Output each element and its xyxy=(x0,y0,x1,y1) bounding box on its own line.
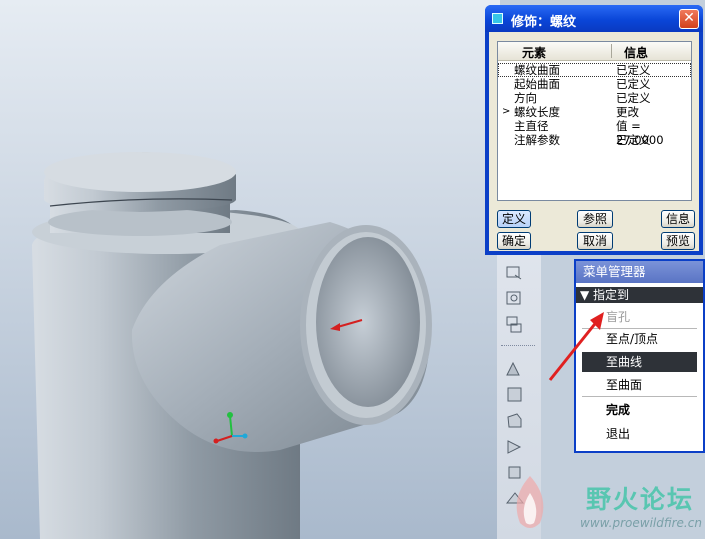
menu-item-done[interactable]: 完成 xyxy=(582,400,697,420)
dialog-titlebar[interactable]: 修饰：螺纹 ✕ xyxy=(485,5,703,32)
row-element: 方向 xyxy=(514,91,537,105)
ok-button[interactable]: 确定 xyxy=(497,232,531,250)
table-row[interactable]: 注解参数 已定义 xyxy=(498,133,691,147)
row-info: 更改 xyxy=(616,105,639,119)
row-info: 已定义 xyxy=(616,63,651,77)
current-row-marker: > xyxy=(502,106,511,117)
preview-button[interactable]: 预览 xyxy=(661,232,695,250)
annotation-arrow xyxy=(548,312,604,381)
element-table[interactable]: 元素 信息 螺纹曲面 已定义 起始曲面 已定义 方向 已定义 > 螺纹长度 更改 xyxy=(497,41,692,201)
extrude-icon[interactable] xyxy=(505,359,525,379)
menu-item-exit[interactable]: 退出 xyxy=(582,424,697,444)
row-element: 螺纹长度 xyxy=(514,105,560,119)
table-row[interactable]: > 螺纹长度 更改 xyxy=(498,105,691,119)
toolbar-divider xyxy=(501,345,535,347)
row-info: 已定义 xyxy=(616,91,651,105)
column-divider xyxy=(611,44,612,58)
row-element: 主直径 xyxy=(514,119,549,133)
row-info: 已定义 xyxy=(616,77,651,91)
dialog-app-icon xyxy=(492,13,503,24)
dialog-title: 修饰：螺纹 xyxy=(511,15,577,30)
close-icon[interactable]: ✕ xyxy=(679,9,699,29)
row-element: 起始曲面 xyxy=(514,77,560,91)
forum-watermark: 野火论坛 www.proewildfire.cn xyxy=(490,468,705,539)
column-header-info: 信息 xyxy=(624,46,649,60)
model-viewport[interactable] xyxy=(0,0,500,539)
row-element: 螺纹曲面 xyxy=(514,63,560,77)
row-element: 注解参数 xyxy=(514,133,560,147)
watermark-logo-icon xyxy=(516,476,544,528)
menu-title: 菜单管理器 xyxy=(576,261,703,283)
dialog-body: 元素 信息 螺纹曲面 已定义 起始曲面 已定义 方向 已定义 > 螺纹长度 更改 xyxy=(489,32,699,251)
info-button[interactable]: 信息 xyxy=(661,210,695,228)
table-row[interactable]: 主直径 值 = 27.0000 xyxy=(498,119,691,147)
row-info: 已定义 xyxy=(616,133,651,147)
cosmetic-thread-dialog: 修饰：螺纹 ✕ 元素 信息 螺纹曲面 已定义 起始曲面 已定义 方向 已定义 > xyxy=(485,5,703,255)
sweep-icon[interactable] xyxy=(505,411,525,431)
table-header: 元素 信息 xyxy=(498,42,691,61)
datum-curve-icon[interactable] xyxy=(505,315,525,335)
revolve-icon[interactable] xyxy=(505,385,525,405)
table-row[interactable]: 起始曲面 已定义 xyxy=(498,77,691,91)
menu-divider xyxy=(582,396,697,397)
watermark-url: www.proewildfire.cn xyxy=(580,516,702,530)
pipe-model xyxy=(0,0,500,539)
datum-plane-icon[interactable] xyxy=(505,263,525,283)
watermark-text: 野火论坛 xyxy=(586,485,695,514)
reference-button[interactable]: 参照 xyxy=(577,210,613,228)
table-row[interactable]: 方向 已定义 xyxy=(498,91,691,105)
column-header-element: 元素 xyxy=(522,46,547,60)
blend-icon[interactable] xyxy=(505,437,525,457)
table-row[interactable]: 螺纹曲面 已定义 xyxy=(498,63,691,77)
define-button[interactable]: 定义 xyxy=(497,210,531,228)
datum-axis-icon[interactable] xyxy=(505,289,525,309)
cancel-button[interactable]: 取消 xyxy=(577,232,613,250)
